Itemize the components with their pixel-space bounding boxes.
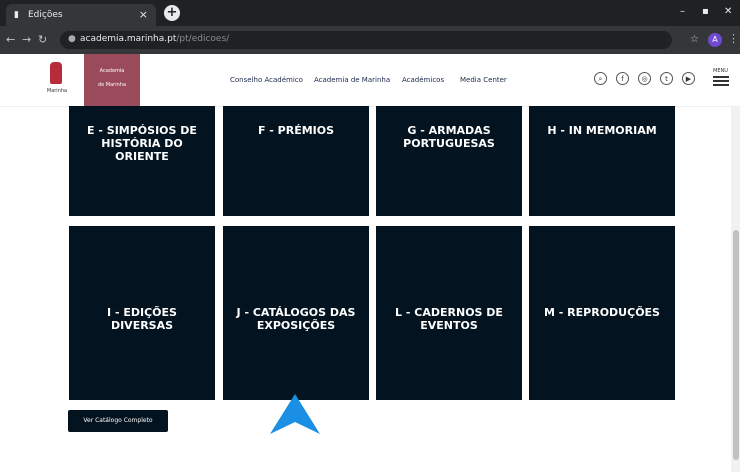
hamburger-icon xyxy=(713,76,729,78)
tile-edicoes-diversas[interactable]: I - EDIÇÕES DIVERSAS xyxy=(69,226,215,400)
browser-menu-icon[interactable]: ⋮ xyxy=(728,32,739,45)
academia-line2: de Marinha xyxy=(97,82,127,88)
youtube-icon[interactable]: ▶ xyxy=(682,72,695,85)
address-bar: ← → ↻ ● academia.marinha.pt/pt/edicoes/ … xyxy=(0,26,740,54)
tile-cadernos[interactable]: L - CADERNOS DE EVENTOS xyxy=(376,226,522,400)
reload-icon[interactable]: ↻ xyxy=(38,33,47,46)
nav-media-center[interactable]: Media Center xyxy=(460,76,507,84)
academia-line1: Academia xyxy=(99,68,125,74)
maximize-icon[interactable]: ▪ xyxy=(702,6,709,17)
tile-catalogos[interactable]: J - CATÁLOGOS DAS EXPOSIÇÕES xyxy=(223,226,369,400)
forward-arrow-icon[interactable]: → xyxy=(22,33,31,46)
back-arrow-icon[interactable]: ← xyxy=(6,33,15,46)
window-close-icon[interactable]: ✕ xyxy=(724,6,732,17)
browser-titlebar: ▮ Edições × + – ▪ ✕ xyxy=(0,0,740,26)
nav-conselho[interactable]: Conselho Académico xyxy=(230,76,303,84)
academia-link[interactable]: Academia de Marinha xyxy=(84,54,140,106)
search-icon[interactable]: ⌕ xyxy=(594,72,607,85)
marinha-logo[interactable]: Marinha xyxy=(40,60,74,100)
logo-text: Marinha xyxy=(46,88,68,94)
profile-avatar[interactable]: A xyxy=(708,33,722,47)
url-input[interactable]: ● academia.marinha.pt/pt/edicoes/ xyxy=(60,31,672,49)
tile-simposios[interactable]: E - SIMPÓSIOS DE HISTÓRIA DO ORIENTE xyxy=(69,106,215,216)
facebook-icon[interactable]: f xyxy=(616,72,629,85)
view-catalog-button[interactable]: Ver Catálogo Completo xyxy=(68,410,168,432)
tile-premios[interactable]: F - PRÉMIOS xyxy=(223,106,369,216)
pointer-arrow-icon xyxy=(270,394,320,434)
instagram-icon[interactable]: ◎ xyxy=(638,72,651,85)
scrollbar-thumb[interactable] xyxy=(733,230,739,460)
menu-button[interactable]: MENU xyxy=(713,68,729,86)
nav-academicos[interactable]: Académicos xyxy=(402,76,444,84)
tab-title: Edições xyxy=(28,10,63,20)
browser-tab[interactable]: ▮ Edições × xyxy=(6,4,156,26)
twitter-icon[interactable]: t xyxy=(660,72,673,85)
marinha-crest-icon xyxy=(50,62,62,84)
site-header: Marinha Academia de Marinha Conselho Aca… xyxy=(0,54,740,107)
tile-armadas[interactable]: G - ARMADAS PORTUGUESAS xyxy=(376,106,522,216)
new-tab-button[interactable]: + xyxy=(164,5,180,21)
tile-reproducoes[interactable]: M - REPRODUÇÕES xyxy=(529,226,675,400)
bookmark-star-icon[interactable]: ☆ xyxy=(690,34,699,45)
menu-label: MENU xyxy=(713,68,728,74)
tab-close-icon[interactable]: × xyxy=(139,8,148,21)
tile-in-memoriam[interactable]: H - IN MEMORIAM xyxy=(529,106,675,216)
url-text: academia.marinha.pt/pt/edicoes/ xyxy=(80,34,230,44)
nav-academia[interactable]: Academia de Marinha xyxy=(314,76,390,84)
tab-favicon-icon: ▮ xyxy=(14,10,19,20)
lock-icon: ● xyxy=(68,34,76,44)
minimize-icon[interactable]: – xyxy=(680,6,685,17)
